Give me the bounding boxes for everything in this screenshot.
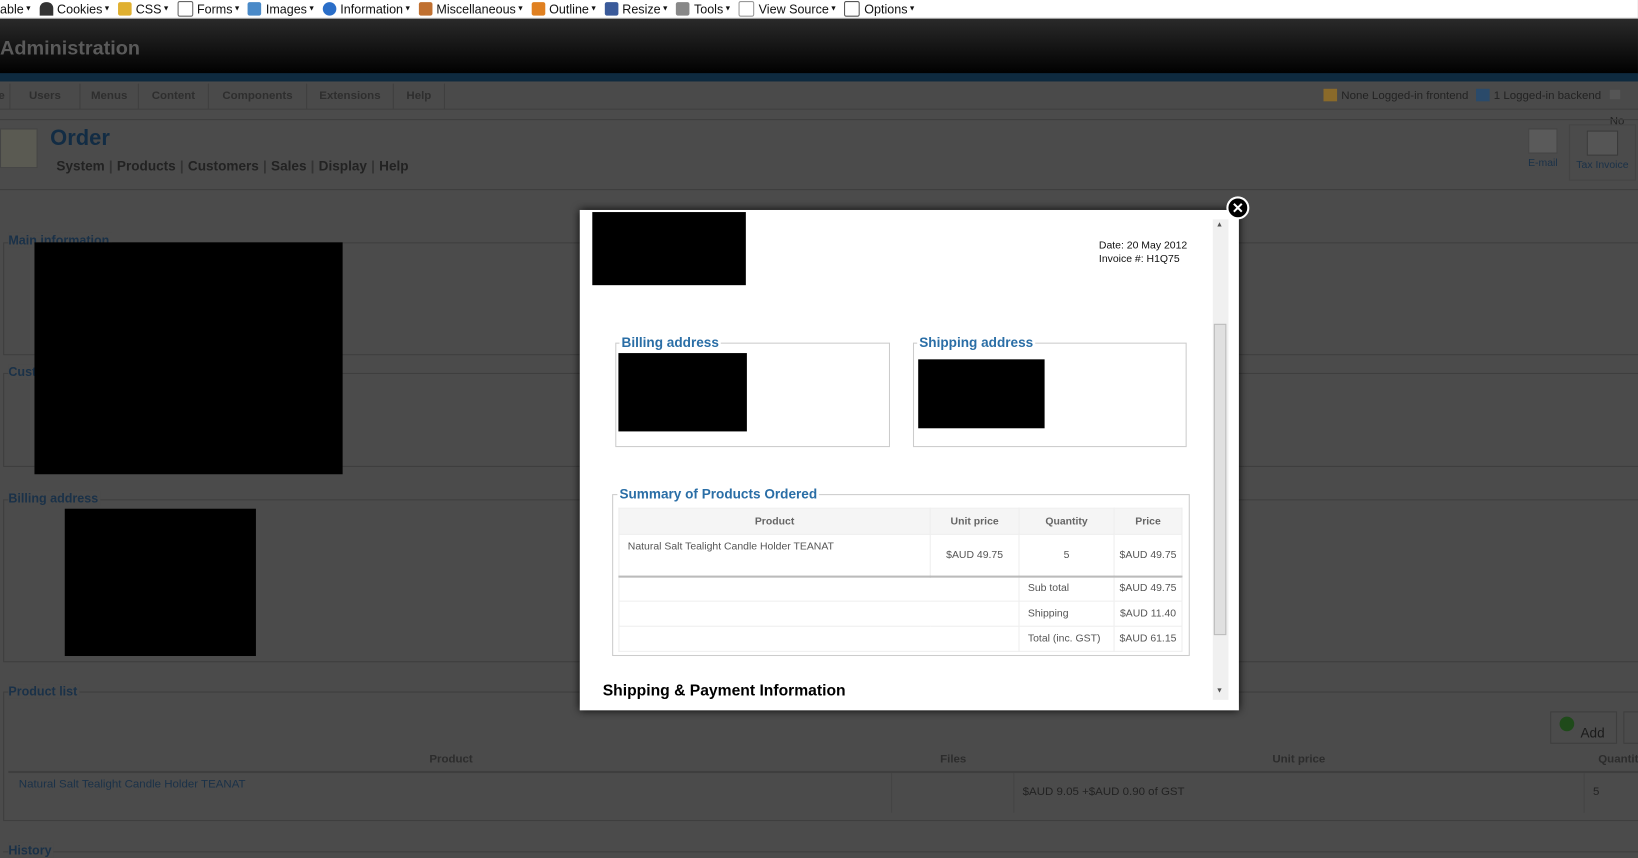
document-icon bbox=[738, 1, 755, 17]
order-header: Order System | Products | Customers | Sales… bbox=[0, 119, 1638, 191]
table-header-row: Product Unit price Quantity Price bbox=[618, 507, 1183, 535]
table-row: Natural Salt Tealight Candle Holder TEAN… bbox=[8, 773, 1638, 815]
section-title: Billing address bbox=[8, 490, 101, 506]
shipping-payment-title: Shipping & Payment Information bbox=[602, 682, 846, 700]
scroll-up-icon[interactable]: ▲ bbox=[1216, 221, 1223, 228]
devbar-information[interactable]: Information ▼ bbox=[322, 2, 411, 16]
scroll-down-icon[interactable]: ▼ bbox=[1216, 687, 1223, 694]
email-button[interactable]: E-mail bbox=[1520, 128, 1566, 169]
total-row: Total (inc. GST) $AUD 61.15 bbox=[618, 625, 1183, 652]
developer-toolbar: able ▼ Cookies ▼ CSS ▼ Forms ▼ Images ▼ Infor… bbox=[0, 0, 1638, 19]
devbar-tools[interactable]: Tools ▼ bbox=[676, 2, 732, 16]
close-icon: ✕ bbox=[1231, 199, 1244, 217]
redacted-block bbox=[64, 508, 256, 657]
info-icon bbox=[322, 2, 337, 16]
redacted-block bbox=[34, 242, 343, 475]
menu-item-content[interactable]: Content bbox=[139, 83, 209, 109]
tools-icon bbox=[676, 2, 690, 16]
section-title: History bbox=[8, 842, 54, 858]
order-icon bbox=[0, 128, 38, 169]
email-icon bbox=[1528, 128, 1558, 154]
users-icon bbox=[1323, 88, 1338, 102]
invoice-modal: Date: 20 May 2012 Invoice #: H1Q75 Billi… bbox=[579, 209, 1239, 711]
toolbox-icon bbox=[418, 2, 433, 16]
header-stripe bbox=[0, 73, 1638, 82]
menu-item-site[interactable]: e bbox=[0, 83, 11, 109]
menu-item-menus[interactable]: Menus bbox=[80, 83, 139, 109]
devbar-cookies[interactable]: Cookies ▼ bbox=[39, 2, 111, 16]
frontend-users-status[interactable]: None Logged-in frontend bbox=[1323, 84, 1468, 109]
subtotal-row: Sub total $AUD 49.75 bbox=[618, 575, 1183, 602]
person-icon bbox=[39, 2, 53, 16]
redacted-block bbox=[918, 359, 1045, 429]
menu-item-components[interactable]: Components bbox=[209, 83, 308, 109]
mail-icon bbox=[1609, 89, 1621, 100]
admin-title: Administration bbox=[0, 37, 141, 60]
summary-title: Summary of Products Ordered bbox=[617, 485, 820, 502]
subnav-help[interactable]: Help bbox=[379, 158, 408, 174]
pencil-icon bbox=[117, 2, 132, 16]
redacted-block bbox=[618, 353, 747, 432]
redacted-logo bbox=[592, 212, 746, 286]
billing-address-title: Billing address bbox=[619, 334, 721, 350]
add-product-button[interactable]: Add bbox=[1550, 711, 1618, 744]
subnav-system[interactable]: System bbox=[56, 158, 104, 174]
window-icon bbox=[1586, 130, 1619, 156]
resize-icon bbox=[604, 2, 619, 16]
invoice-date: Date: 20 May 2012 bbox=[1098, 240, 1188, 252]
devbar-miscellaneous[interactable]: Miscellaneous ▼ bbox=[418, 2, 524, 16]
pencil-icon bbox=[531, 2, 546, 16]
table-row: Natural Salt Tealight Candle Holder TEAN… bbox=[618, 533, 1183, 577]
devbar-outline[interactable]: Outline ▼ bbox=[531, 2, 597, 16]
section-title: Product list bbox=[8, 684, 80, 699]
admin-header: Administration bbox=[0, 18, 1638, 75]
page-title: Order bbox=[50, 126, 110, 151]
devbar-forms[interactable]: Forms ▼ bbox=[177, 1, 241, 17]
scrollbar-thumb[interactable] bbox=[1213, 323, 1227, 636]
users-icon bbox=[1476, 88, 1490, 102]
add-icon bbox=[1559, 716, 1575, 732]
order-subnav: System | Products | Customers | Sales | Disp… bbox=[56, 157, 409, 174]
menu-item-extensions[interactable]: Extensions bbox=[307, 83, 394, 109]
subnav-sales[interactable]: Sales bbox=[271, 158, 307, 174]
product-list-header: Product Files Unit price Quantit bbox=[8, 748, 1638, 774]
subnav-products[interactable]: Products bbox=[117, 158, 176, 174]
devbar-resize[interactable]: Resize ▼ bbox=[604, 2, 669, 16]
options-icon bbox=[844, 1, 861, 17]
devbar-options[interactable]: Options ▼ bbox=[844, 1, 916, 17]
toolbar-button[interactable] bbox=[1623, 711, 1638, 744]
tax-invoice-button[interactable]: Tax Invoice bbox=[1568, 124, 1636, 181]
product-link[interactable]: Natural Salt Tealight Candle Holder TEAN… bbox=[19, 778, 246, 791]
subnav-customers[interactable]: Customers bbox=[188, 158, 259, 174]
form-icon bbox=[177, 1, 193, 17]
shipping-address-title: Shipping address bbox=[917, 334, 1036, 350]
subnav-display[interactable]: Display bbox=[319, 158, 367, 174]
devbar-disable[interactable]: able ▼ bbox=[0, 2, 32, 17]
products-table: Product Unit price Quantity Price Natura… bbox=[618, 507, 1183, 652]
menu-item-users[interactable]: Users bbox=[10, 83, 81, 109]
main-menu: e Users Menus Content Components Extensi… bbox=[0, 83, 1638, 127]
invoice-meta: Date: 20 May 2012 Invoice #: H1Q75 bbox=[1099, 239, 1187, 266]
devbar-images[interactable]: Images ▼ bbox=[248, 2, 315, 16]
modal-scrollbar[interactable]: ▲ ▼ bbox=[1212, 219, 1229, 700]
shipping-row: Shipping $AUD 11.40 bbox=[618, 600, 1183, 627]
invoice-number: Invoice #: H1Q75 bbox=[1098, 253, 1180, 266]
menu-item-help[interactable]: Help bbox=[394, 83, 445, 109]
backend-users-status[interactable]: 1 Logged-in backend bbox=[1476, 84, 1601, 109]
devbar-css[interactable]: CSS ▼ bbox=[117, 2, 170, 16]
image-icon bbox=[248, 2, 262, 16]
devbar-view-source[interactable]: View Source ▼ bbox=[738, 1, 837, 17]
close-modal-button[interactable]: ✕ bbox=[1226, 196, 1250, 220]
